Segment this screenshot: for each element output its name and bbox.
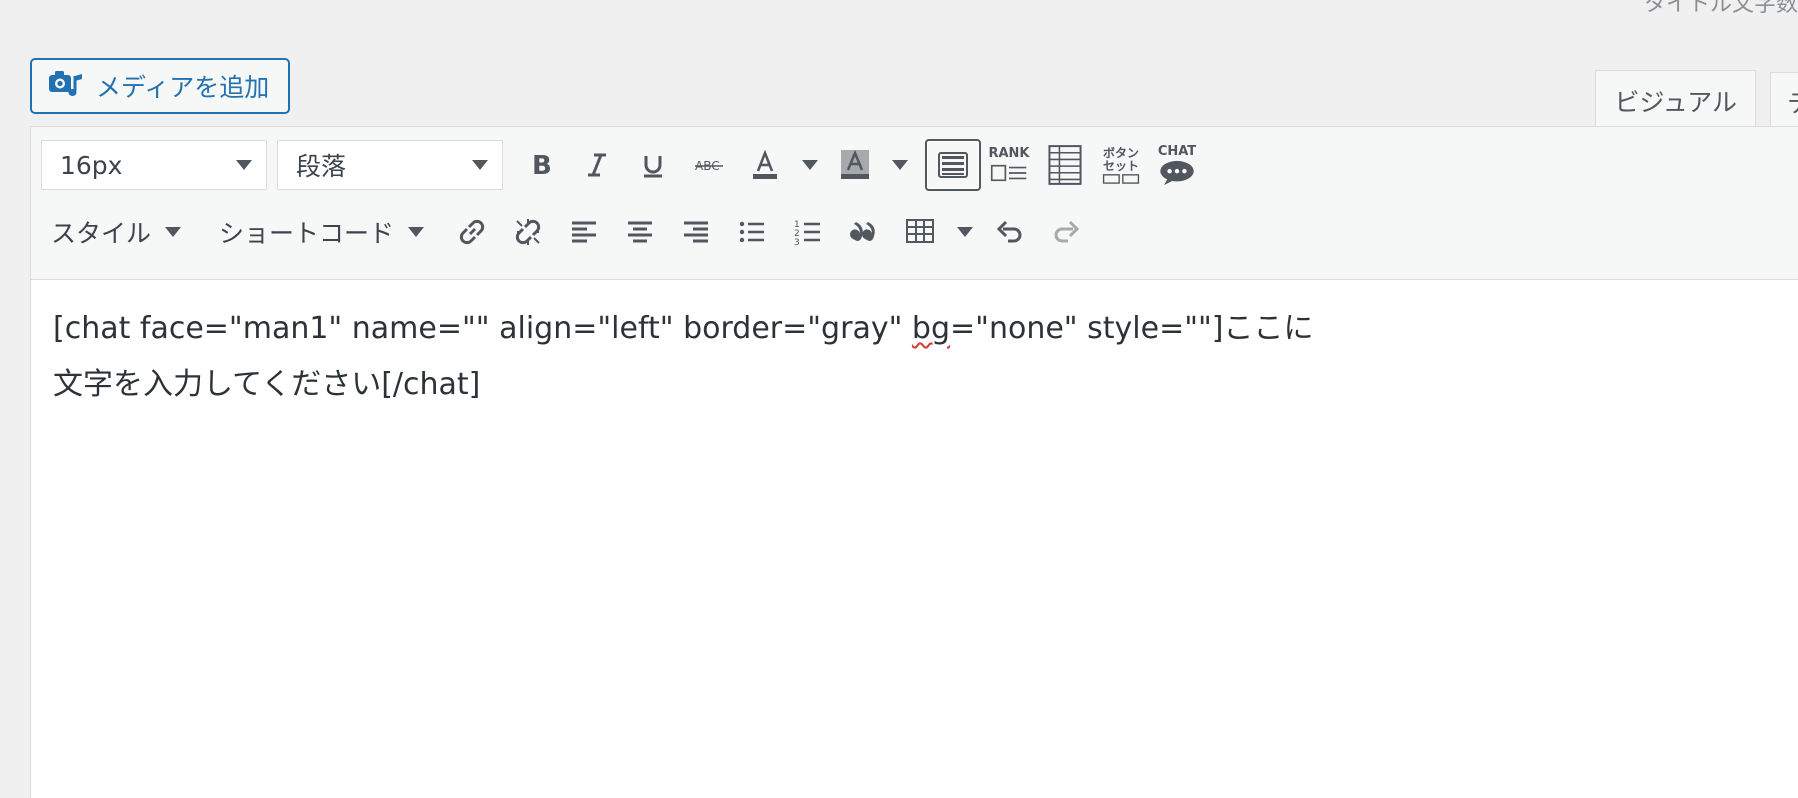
svg-text:3: 3 [794,238,800,247]
editor-content[interactable]: [chat face="man1" name="" align="left" b… [53,301,1758,413]
add-media-label: メディアを追加 [96,73,270,102]
button-set-label-1: ボタン [1102,145,1139,160]
style-menu[interactable]: スタイル [41,214,191,250]
strikethrough-button[interactable]: ABC [681,140,737,190]
button-set-icon [1102,173,1140,184]
undo-button[interactable] [982,207,1038,257]
add-media-button[interactable]: メディアを追加 [30,58,290,114]
shortcode-menu-label: ショートコード [219,219,395,248]
chat-button[interactable]: CHAT [1149,140,1205,190]
table-list-button[interactable] [1037,140,1093,190]
underline-button[interactable] [625,140,681,190]
chevron-down-icon [472,160,488,170]
toolbar-row-1: 16px 段落 B ABC RANK ボタン セット CHAT [41,139,1798,191]
bold-button[interactable]: B [513,140,569,190]
align-left-icon [572,221,597,243]
table-dropdown[interactable] [948,207,982,257]
text-color-icon [753,150,777,179]
text-color-dropdown[interactable] [793,140,827,190]
redo-icon [1054,220,1080,243]
align-left-button[interactable] [556,207,612,257]
underline-icon [644,156,662,178]
keyboard-icon [938,152,968,178]
chat-label: CHAT [1157,143,1197,159]
format-value: 段落 [296,152,347,181]
content-line-2: 文字を入力してください[/chat] [53,367,481,402]
chevron-down-icon [957,227,974,237]
numbered-list-icon: 1 2 3 [794,220,821,247]
tab-visual[interactable]: ビジュアル [1595,70,1756,130]
font-size-select[interactable]: 16px [41,140,267,190]
link-icon [459,219,485,245]
camera-music-icon [48,67,84,105]
align-center-icon [628,221,653,243]
tab-text[interactable]: テ [1770,72,1798,130]
table-button[interactable] [892,207,948,257]
font-size-value: 16px [60,150,123,180]
button-set-button[interactable]: ボタン セット [1093,140,1149,190]
redo-button[interactable] [1038,207,1094,257]
unlink-icon [515,219,541,245]
shortcode-menu[interactable]: ショートコード [209,214,434,250]
quote-icon [850,222,875,241]
svg-text:B: B [532,151,552,180]
title-char-count-label: タイトル文字数 [1643,0,1798,17]
background-color-icon [841,150,869,179]
rank-button[interactable]: RANK [981,140,1037,190]
table-icon [906,219,935,243]
editor-toolbar: 16px 段落 B ABC RANK ボタン セット CHAT スタイル ショー… [31,127,1798,280]
background-color-button[interactable] [827,140,883,190]
numbered-list-button[interactable]: 1 2 3 [780,207,836,257]
align-right-button[interactable] [668,207,724,257]
remove-link-button[interactable] [500,207,556,257]
table-list-icon [1048,145,1082,185]
bulleted-list-icon [739,221,765,243]
italic-icon [588,153,606,177]
blockquote-button[interactable] [836,207,892,257]
content-line-1-pre: [chat face="man1" name="" align="left" b… [53,311,912,346]
spellcheck-misspelled-word[interactable]: bg [912,311,950,346]
editor-tabs: ビジュアル テ [1595,70,1798,130]
speech-bubble-icon [1160,160,1194,185]
align-right-icon [684,221,709,243]
insert-link-button[interactable] [444,207,500,257]
italic-button[interactable] [569,140,625,190]
rank-label: RANK [988,146,1030,161]
chevron-down-icon [892,160,908,170]
content-line-1: [chat face="man1" name="" align="left" b… [53,301,1758,357]
bulleted-list-button[interactable] [724,207,780,257]
text-color-button[interactable] [737,140,793,190]
button-set-label-2: セット [1102,158,1139,173]
chevron-down-icon [802,160,818,170]
format-select[interactable]: 段落 [277,140,503,190]
style-menu-label: スタイル [51,219,152,248]
strikethrough-icon: ABC [695,159,723,173]
chevron-down-icon [236,160,252,170]
toolbar-toggle-button[interactable] [925,139,981,191]
rank-list-icon [990,164,1027,182]
chevron-down-icon [408,227,425,237]
background-color-dropdown[interactable] [883,140,917,190]
align-center-button[interactable] [612,207,668,257]
bold-icon: B [532,151,552,180]
undo-icon [996,220,1022,243]
tinymce-editor: 16px 段落 B ABC RANK ボタン セット CHAT スタイル ショー… [30,126,1798,798]
chevron-down-icon [165,227,182,237]
toolbar-row-2: スタイル ショートコード 1 2 3 [41,207,1798,257]
content-line-1-post: ="none" style=""]ここに [950,311,1314,346]
